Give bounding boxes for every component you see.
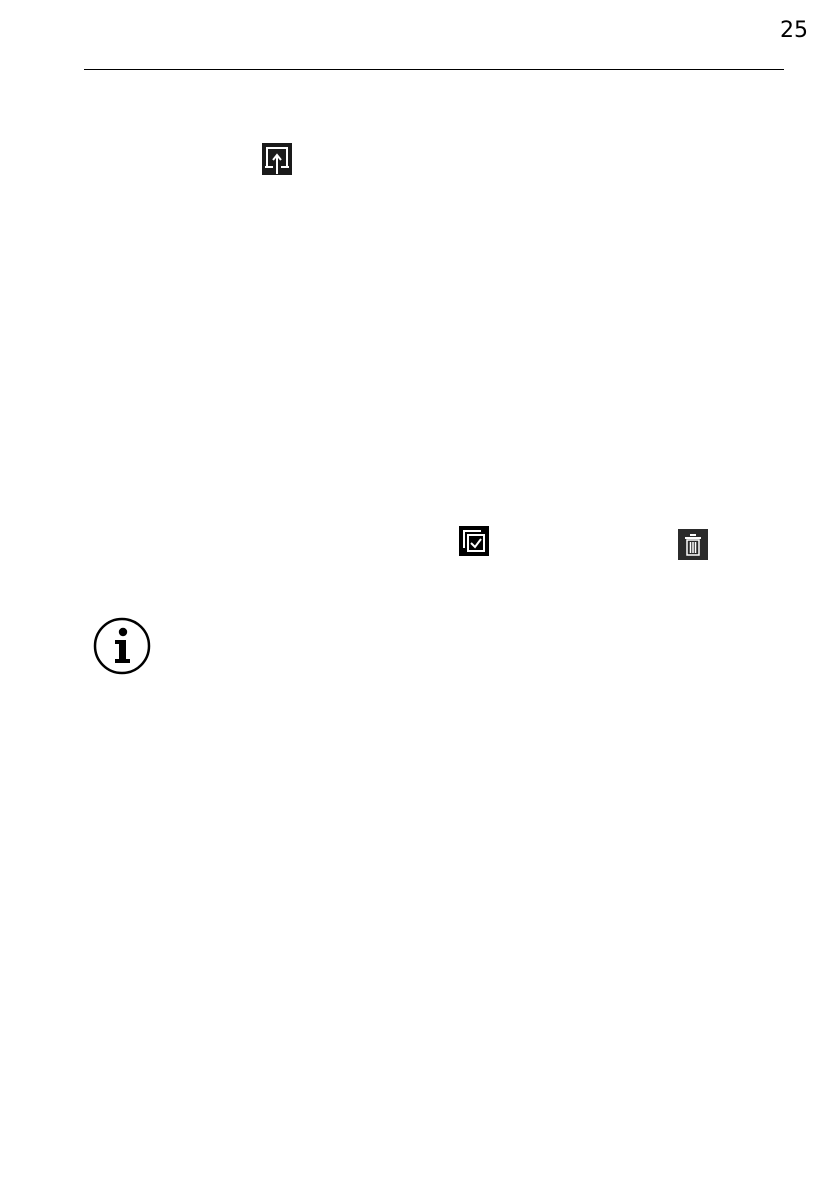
page-number: 25 xyxy=(780,18,808,43)
select-all-icon[interactable] xyxy=(459,526,489,556)
header-divider xyxy=(84,69,784,70)
share-export-icon[interactable] xyxy=(262,143,292,175)
trash-icon[interactable] xyxy=(678,529,708,560)
info-icon xyxy=(93,617,151,675)
